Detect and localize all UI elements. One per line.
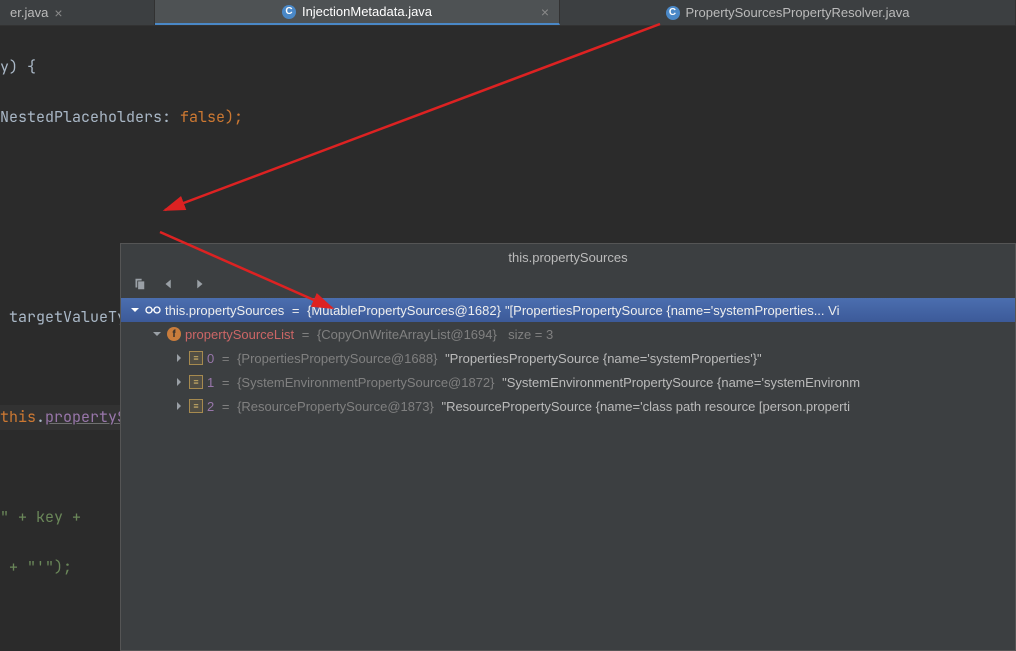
type-ref: {PropertiesPropertySource@1688} (237, 351, 437, 366)
code-text: " + key + (0, 507, 90, 527)
chevron-down-icon[interactable] (129, 304, 141, 316)
tree-node-list[interactable]: f propertySourceList = {CopyOnWriteArray… (121, 322, 1015, 346)
editor-tab[interactable]: C PropertySourcesPropertyResolver.java (560, 0, 1016, 25)
chevron-right-icon[interactable] (173, 352, 185, 364)
tree-node-root[interactable]: this.propertySources = {MutablePropertyS… (121, 298, 1015, 322)
type-ref: {SystemEnvironmentPropertySource@1872} (237, 375, 494, 390)
watch-icon (145, 305, 161, 315)
var-name: propertySourceList (185, 327, 294, 342)
back-icon[interactable] (159, 274, 179, 294)
value: "ResourcePropertySource {name='class pat… (438, 399, 850, 414)
value: "SystemEnvironmentPropertySource {name='… (499, 375, 861, 390)
value-tail: "[PropertiesPropertySource {name='system… (505, 303, 840, 318)
var-name: this.propertySources (165, 303, 284, 318)
var-index: 1 (207, 375, 214, 390)
equals: = (218, 375, 233, 390)
tab-label: PropertySourcesPropertyResolver.java (686, 5, 910, 20)
forward-icon[interactable] (189, 274, 209, 294)
code-text: NestedPlaceholders: (0, 107, 171, 127)
close-icon[interactable]: × (54, 6, 62, 20)
equals: = (218, 351, 233, 366)
type-ref: {MutablePropertySources@1682} (307, 303, 501, 318)
type-ref: {CopyOnWriteArrayList@1694} (317, 327, 497, 342)
code-text: + "'"); (0, 557, 72, 577)
tree-node-item[interactable]: ≡ 0 = {PropertiesPropertySource@1688} "P… (121, 346, 1015, 370)
tree-node-item[interactable]: ≡ 2 = {ResourcePropertySource@1873} "Res… (121, 394, 1015, 418)
code-text: this (0, 407, 36, 427)
field-icon: f (167, 327, 181, 341)
array-element-icon: ≡ (189, 399, 203, 413)
variables-tree[interactable]: this.propertySources = {MutablePropertyS… (121, 298, 1015, 650)
copy-icon[interactable] (129, 274, 149, 294)
code-text: . (36, 407, 45, 427)
var-index: 0 (207, 351, 214, 366)
tab-label: er.java (10, 5, 48, 20)
var-index: 2 (207, 399, 214, 414)
code-text: false); (171, 107, 243, 127)
chevron-right-icon[interactable] (173, 376, 185, 388)
equals: = (218, 399, 233, 414)
value: "PropertiesPropertySource {name='systemP… (441, 351, 761, 366)
editor-tab[interactable]: C InjectionMetadata.java × (155, 0, 560, 25)
array-element-icon: ≡ (189, 375, 203, 389)
java-class-icon: C (282, 5, 296, 19)
tab-label: InjectionMetadata.java (302, 4, 432, 19)
equals: = (288, 303, 303, 318)
close-icon[interactable]: × (541, 5, 549, 19)
tree-node-item[interactable]: ≡ 1 = {SystemEnvironmentPropertySource@1… (121, 370, 1015, 394)
editor-tab-bar: er.java × C InjectionMetadata.java × C P… (0, 0, 1016, 26)
code-text: y) { (0, 57, 36, 77)
type-ref: {ResourcePropertySource@1873} (237, 399, 434, 414)
equals: = (298, 327, 313, 342)
java-class-icon: C (666, 6, 680, 20)
editor-tab[interactable]: er.java × (0, 0, 155, 25)
popup-toolbar (121, 270, 1015, 298)
chevron-right-icon[interactable] (173, 400, 185, 412)
popup-title: this.propertySources (121, 244, 1015, 270)
array-element-icon: ≡ (189, 351, 203, 365)
size: size = 3 (501, 327, 553, 342)
evaluate-expression-popup: this.propertySources this.propertySource… (120, 243, 1016, 651)
chevron-down-icon[interactable] (151, 328, 163, 340)
